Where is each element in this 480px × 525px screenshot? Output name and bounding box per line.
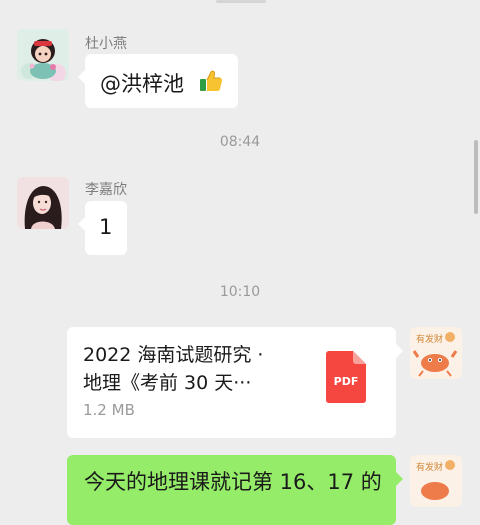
top-divider (216, 0, 266, 3)
message-bubble[interactable]: @洪梓池 (78, 54, 238, 108)
file-message-bubble[interactable]: 2022 海南试题研究 · 地理《考前 30 天··· 1.2 MB PDF (67, 327, 403, 438)
crab-sticker-avatar-icon: 有发财 (410, 455, 462, 507)
message-text: 1 (99, 215, 113, 239)
avatar-self[interactable]: 有发财 (410, 455, 462, 507)
scrollbar-thumb[interactable] (474, 140, 478, 214)
timestamp: 08:44 (219, 134, 261, 150)
svg-text:有发财: 有发财 (416, 333, 443, 345)
doll-avatar-icon (17, 29, 69, 81)
avatar-sender-1[interactable] (17, 29, 69, 81)
crab-sticker-avatar-icon: 有发财 (410, 327, 462, 379)
svg-text:有发财: 有发财 (416, 461, 443, 473)
file-title: 2022 海南试题研究 · 地理《考前 30 天··· (83, 341, 313, 397)
file-size: 1.2 MB (83, 401, 135, 419)
sender-name: 李嘉欣 (85, 182, 127, 198)
file-title-line-2: 地理《考前 30 天··· (83, 372, 252, 394)
message-text: @洪梓池 (100, 72, 184, 96)
avatar-self[interactable]: 有发财 (410, 327, 462, 379)
message-bubble-own[interactable]: 今天的地理课就记第 16、17 的 (67, 455, 403, 525)
thumbs-up-emoji-icon (200, 70, 223, 91)
avatar-sender-2[interactable] (17, 177, 69, 229)
timestamp: 10:10 (219, 284, 261, 300)
pdf-file-icon: PDF (326, 351, 366, 403)
file-title-line-1: 2022 海南试题研究 · (83, 344, 264, 366)
message-bubble[interactable]: 1 (78, 201, 127, 255)
sender-name: 杜小燕 (85, 36, 127, 52)
message-text: 今天的地理课就记第 16、17 的 (84, 470, 382, 494)
portrait-avatar-icon (17, 177, 69, 229)
pdf-type-label: PDF (333, 375, 359, 388)
